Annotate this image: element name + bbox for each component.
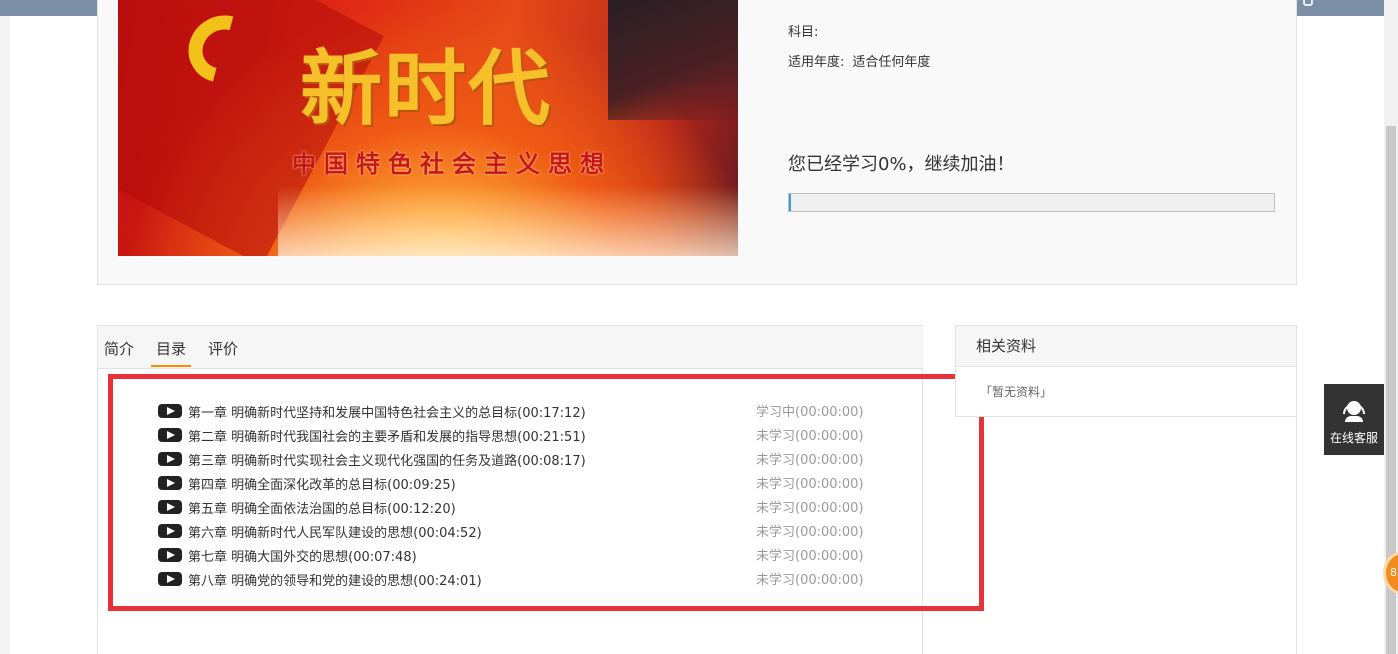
related-materials-title: 相关资料	[956, 326, 1296, 367]
course-tabs-panel: 简介 目录 评价 第一章 明确新时代坚持和发展中国特色社会主义的总目标(00:1…	[97, 325, 923, 654]
tab-review[interactable]: 评价	[208, 338, 238, 359]
year-label: 适用年度:	[788, 55, 845, 70]
chapter-row[interactable]: 第五章 明确全面依法治国的总目标(00:12:20) 未学习(00:00:00)	[158, 495, 878, 519]
play-icon[interactable]	[158, 524, 182, 538]
chapter-row[interactable]: 第二章 明确新时代我国社会的主要矛盾和发展的指导思想(00:21:51) 未学习…	[158, 423, 878, 447]
play-icon[interactable]	[158, 548, 182, 562]
play-icon[interactable]	[158, 428, 182, 442]
chapter-row[interactable]: 第一章 明确新时代坚持和发展中国特色社会主义的总目标(00:17:12) 学习中…	[158, 399, 878, 423]
applicable-year: 适用年度: 适合任何年度	[788, 51, 930, 70]
play-icon[interactable]	[158, 452, 182, 466]
banner-cityscape	[278, 186, 738, 256]
course-banner-image: 新时代 中国特色社会主义思想	[118, 0, 738, 256]
play-icon[interactable]	[158, 404, 182, 418]
chapter-list: 第一章 明确新时代坚持和发展中国特色社会主义的总目标(00:17:12) 学习中…	[158, 399, 878, 591]
online-service-button[interactable]: 在线客服	[1324, 384, 1384, 455]
chapter-status: 未学习(00:00:00)	[756, 525, 864, 540]
related-empty-text: 「暂无资料」	[980, 385, 1053, 399]
banner-figure	[608, 0, 738, 120]
play-icon[interactable]	[158, 572, 182, 586]
chapter-title[interactable]: 第三章 明确新时代实现社会主义现代化强国的任务及道路(00:08:17)	[188, 450, 586, 469]
nav-icon-3[interactable]	[1303, 0, 1313, 6]
chapter-row[interactable]: 第七章 明确大国外交的思想(00:07:48) 未学习(00:00:00)	[158, 543, 878, 567]
chapter-status: 未学习(00:00:00)	[756, 501, 864, 516]
year-value: 适合任何年度	[852, 55, 931, 70]
related-materials-panel: 相关资料 「暂无资料」	[955, 325, 1297, 417]
chapter-row[interactable]: 第六章 明确新时代人民军队建设的思想(00:04:52) 未学习(00:00:0…	[158, 519, 878, 543]
tabs-header: 简介 目录 评价	[98, 325, 923, 369]
play-icon[interactable]	[158, 476, 182, 490]
progress-bar	[788, 193, 1275, 212]
chapter-row[interactable]: 第四章 明确全面深化改革的总目标(00:09:25) 未学习(00:00:00)	[158, 471, 878, 495]
tab-catalog[interactable]: 目录	[151, 338, 192, 367]
page-left-margin	[0, 16, 10, 654]
tab-intro[interactable]: 简介	[104, 338, 134, 359]
chapter-title[interactable]: 第五章 明确全面依法治国的总目标(00:12:20)	[188, 498, 456, 517]
banner-subtitle: 中国特色社会主义思想	[292, 150, 612, 178]
play-icon[interactable]	[158, 500, 182, 514]
chapter-row[interactable]: 第八章 明确党的领导和党的建设的思想(00:24:01) 未学习(00:00:0…	[158, 567, 878, 591]
chapter-title[interactable]: 第四章 明确全面深化改革的总目标(00:09:25)	[188, 474, 456, 493]
chapter-title[interactable]: 第八章 明确党的领导和党的建设的思想(00:24:01)	[188, 570, 482, 589]
headset-icon	[1342, 400, 1366, 422]
online-service-label: 在线客服	[1329, 431, 1378, 445]
banner-title: 新时代	[300, 41, 553, 137]
chapter-title[interactable]: 第六章 明确新时代人民军队建设的思想(00:04:52)	[188, 522, 482, 541]
chapter-row[interactable]: 第三章 明确新时代实现社会主义现代化强国的任务及道路(00:08:17) 未学习…	[158, 447, 878, 471]
subject-label: 科目:	[788, 25, 819, 40]
progress-fill	[789, 194, 791, 211]
chapter-status: 未学习(00:00:00)	[756, 453, 864, 468]
chapter-status: 未学习(00:00:00)	[756, 477, 864, 492]
chapter-title[interactable]: 第七章 明确大国外交的思想(00:07:48)	[188, 546, 417, 565]
chapter-status: 未学习(00:00:00)	[756, 549, 864, 564]
progress-text: 您已经学习0%，继续加油！	[788, 154, 1015, 175]
chapter-status: 未学习(00:00:00)	[756, 573, 864, 588]
chapter-status: 学习中(00:00:00)	[756, 405, 864, 420]
chapter-title[interactable]: 第一章 明确新时代坚持和发展中国特色社会主义的总目标(00:17:12)	[188, 402, 586, 421]
chapter-title[interactable]: 第二章 明确新时代我国社会的主要矛盾和发展的指导思想(00:21:51)	[188, 426, 586, 445]
content-border	[1296, 417, 1297, 654]
chapter-status: 未学习(00:00:00)	[756, 429, 864, 444]
